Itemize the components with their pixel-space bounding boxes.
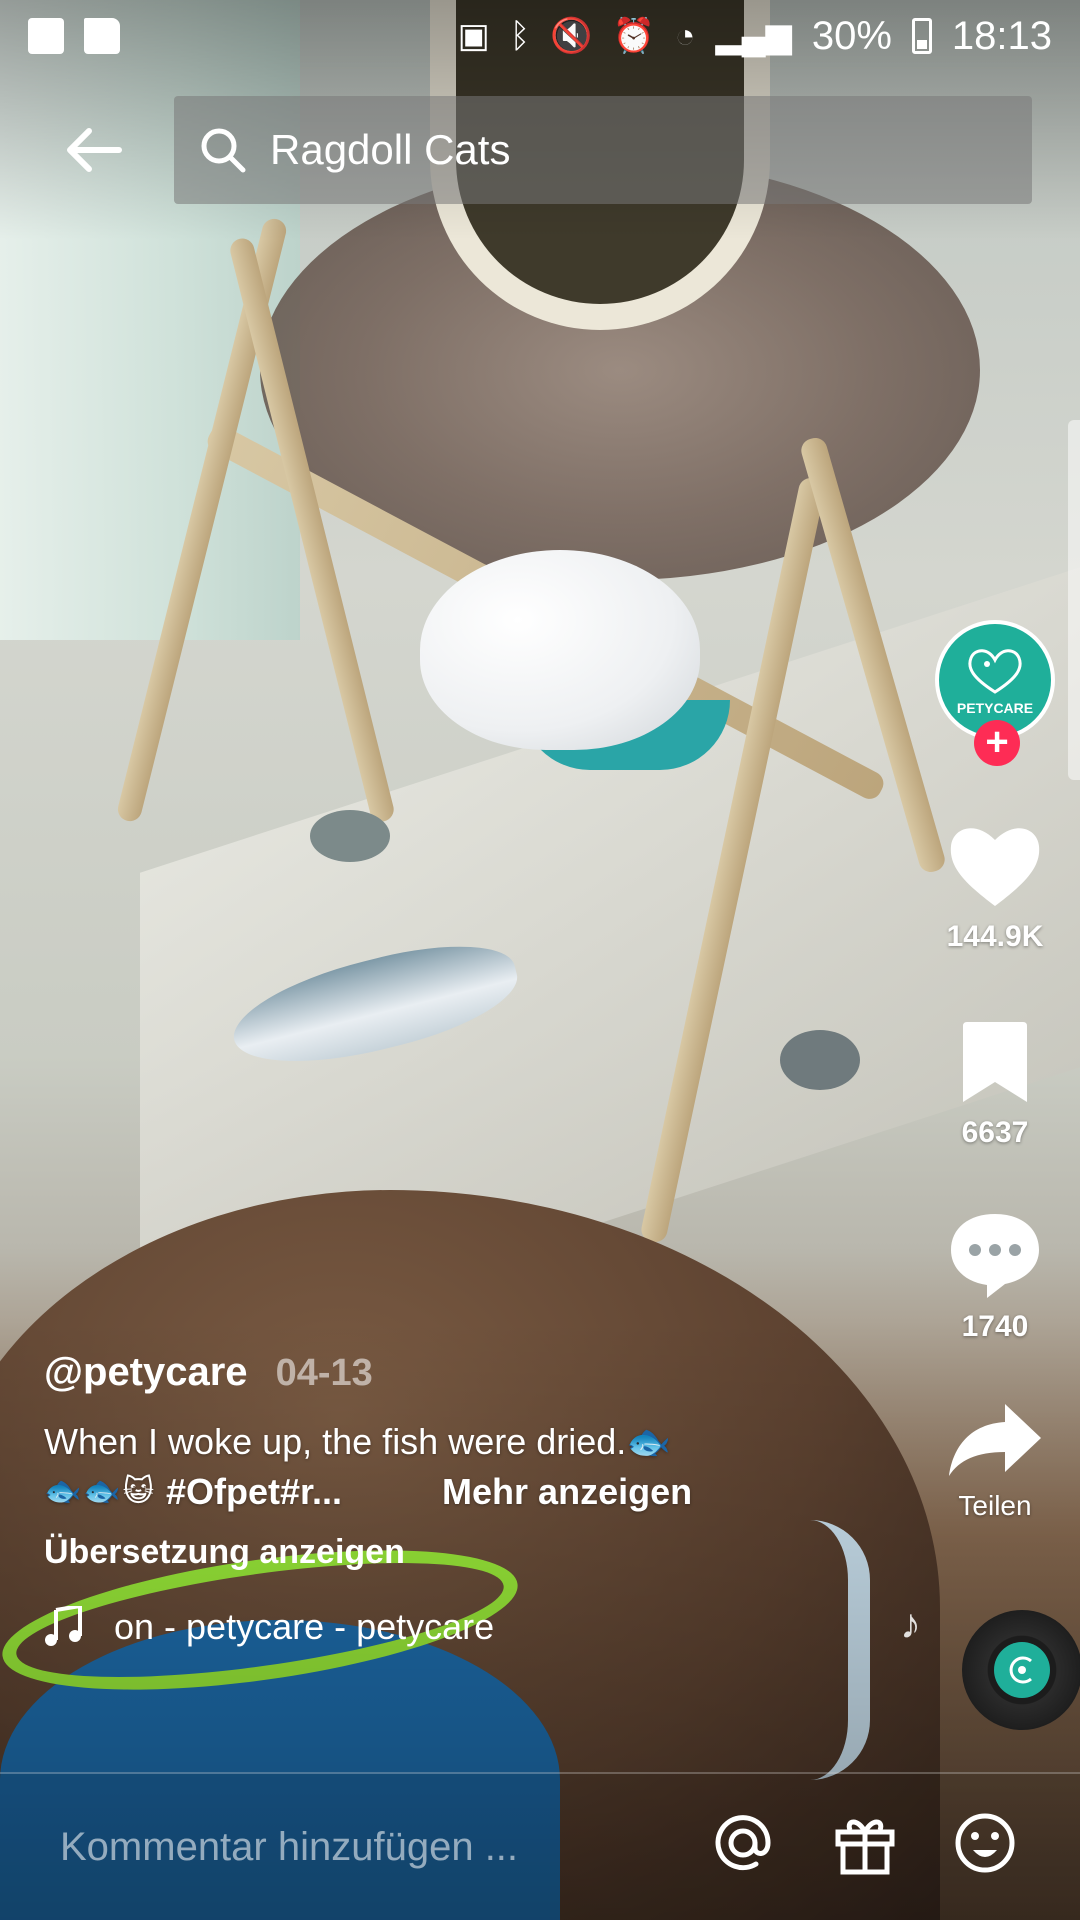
battery-icon [911,18,932,54]
creator-avatar[interactable]: PETYCARE + [910,620,1080,766]
author-line: @petycare 04-13 [44,1350,804,1395]
comment-bubble-icon [951,1214,1039,1298]
mention-button[interactable] [708,1808,778,1878]
at-sign-icon [715,1815,771,1871]
translate-link[interactable]: Übersetzung anzeigen [44,1533,804,1572]
back-button[interactable] [48,110,138,190]
pet-heart-logo-icon [968,649,1022,694]
comment-placeholder: Kommentar hinzufügen ... [60,1824,519,1869]
sound-avatar [994,1642,1050,1698]
description-emojis: 🐟🐟😺 [44,1475,156,1508]
heart-icon [950,828,1040,906]
like-button[interactable]: 144.9K [910,820,1080,954]
share-arrow-icon [949,1404,1041,1476]
gift-icon [835,1819,895,1875]
comment-input[interactable]: Kommentar hinzufügen ... [0,1772,1080,1920]
wifi-icon: ◔ [674,17,696,55]
author-handle[interactable]: @petycare [44,1350,248,1395]
show-more-link[interactable]: Mehr anzeigen [442,1467,692,1517]
hashtag-link[interactable]: #Ofpet#r... [166,1467,342,1517]
clock: 18:13 [951,13,1052,58]
comment-count: 1740 [961,1310,1029,1343]
mute-icon: 🔇 [550,17,593,55]
toy-mouse [780,1030,860,1090]
avatar-label: PETYCARE [956,700,1034,716]
sound-title: on - petycare - petycare [114,1606,495,1647]
music-note-icon: ♪ [900,1600,921,1647]
sleeping-kitten [420,550,700,750]
music-disc[interactable] [962,1610,1080,1730]
smiley-icon [955,1813,1015,1873]
battery-percent: 30% [811,13,892,58]
gift-button[interactable] [830,1808,900,1878]
sound-link[interactable]: on - petycare - petycare [44,1606,804,1648]
toy-mouse [310,810,390,862]
follow-button[interactable]: + [974,720,1020,766]
description-line: When I woke up, the fish were dried.🐟 [44,1421,672,1462]
comment-button[interactable]: 1740 [910,1210,1080,1344]
bluetooth-icon: ᛒ [509,17,531,55]
share-button[interactable]: Teilen [910,1400,1080,1522]
like-count: 144.9K [946,920,1044,953]
gallery-icon [28,18,64,54]
description-line: 🐟🐟😺 #Ofpet#r... Mehr anzeigen [44,1467,784,1517]
folder-icon [84,18,120,54]
search-icon [201,128,246,173]
bookmark-button[interactable]: 6637 [910,1020,1080,1150]
arrow-left-icon [67,128,122,172]
battery-saver-icon: ▣ [457,17,490,55]
emoji-button[interactable] [950,1808,1020,1878]
bookmark-count: 6637 [961,1116,1029,1149]
alarm-icon: ⏰ [612,17,655,55]
signal-icon: ▂▄▆ [715,17,792,55]
search-query[interactable]: Ragdoll Cats [270,126,510,174]
pet-logo-icon [1009,1656,1032,1684]
bookmark-icon [963,1022,1027,1102]
video-screen[interactable]: ▣ ᛒ 🔇 ⏰ ◔ ▂▄▆ 30% 18:13 Ragdoll Cats PET… [0,0,1080,1920]
search-bar[interactable]: Ragdoll Cats [174,96,1032,204]
description: When I woke up, the fish were dried.🐟 🐟🐟… [44,1417,784,1517]
share-label: Teilen [958,1490,1032,1521]
post-date: 04-13 [275,1352,373,1394]
status-bar: ▣ ᛒ 🔇 ⏰ ◔ ▂▄▆ 30% 18:13 [0,0,1080,72]
video-caption: @petycare 04-13 When I woke up, the fish… [44,1350,804,1648]
music-note-icon [45,1606,82,1646]
